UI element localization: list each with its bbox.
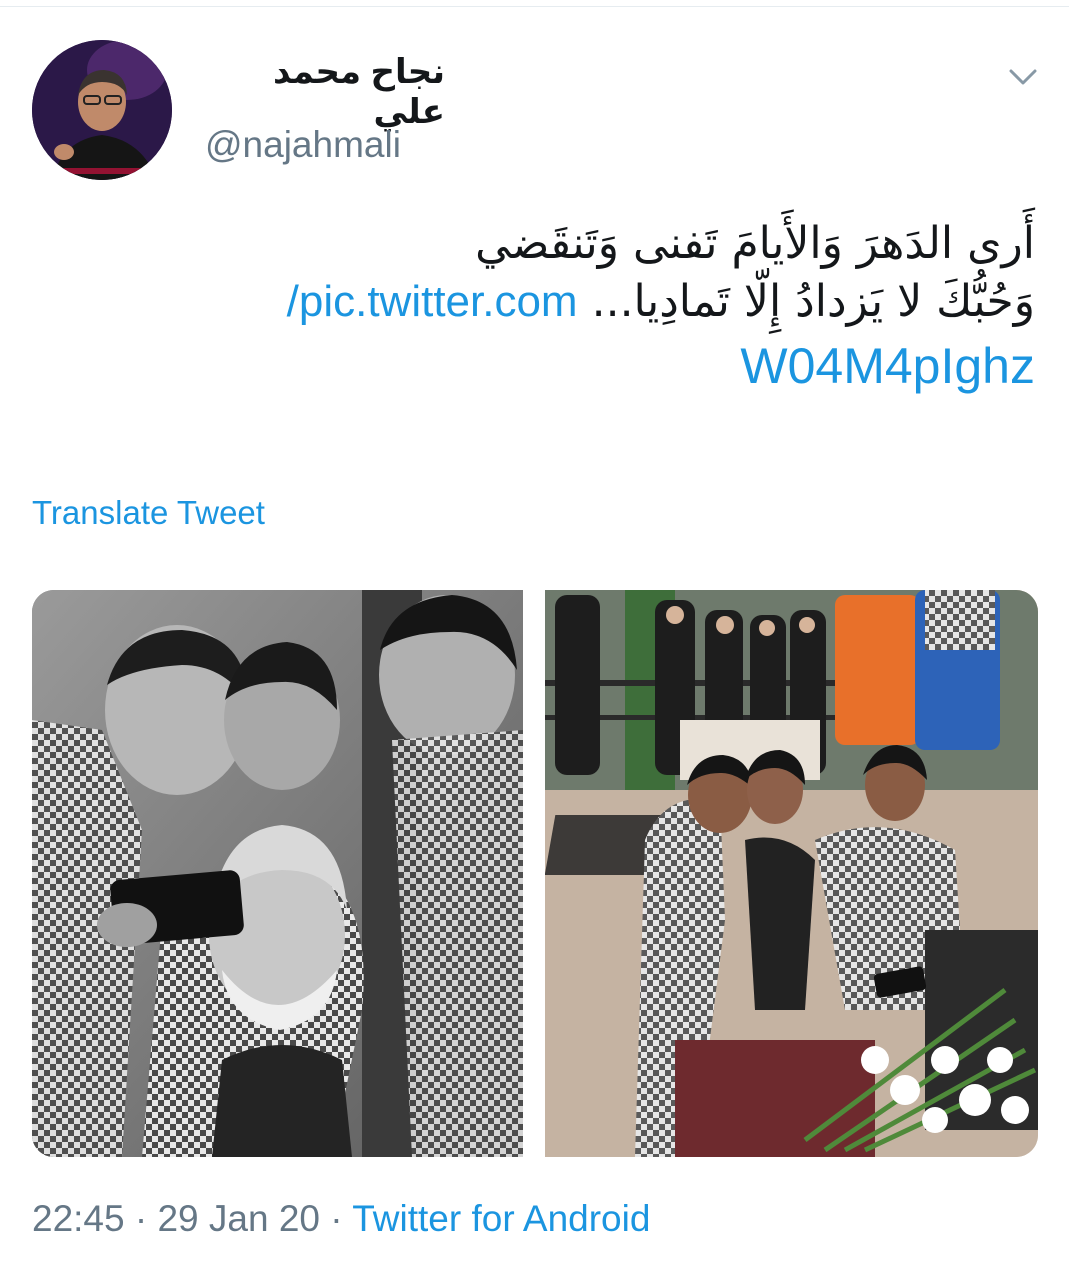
top-divider (0, 6, 1069, 7)
avatar[interactable] (32, 40, 172, 180)
media-photo-2[interactable] (545, 590, 1038, 1157)
tweet-text-line2: وَحُبُّكَ لا يَزدادُ إِلّا تَمادِيا... (591, 276, 1035, 327)
user-handle[interactable]: @najahmali (205, 124, 401, 166)
tweet-media[interactable] (32, 590, 1038, 1157)
display-name[interactable]: نجاح محمد علي (205, 52, 445, 132)
tweet-text: أَرى الدَهرَ وَالأَيامَ تَفنى وَتَنقَضي … (25, 215, 1035, 401)
tweet-meta: 22:45 · 29 Jan 20 · Twitter for Android (32, 1198, 650, 1240)
tweet-source-link[interactable]: Twitter for Android (352, 1198, 650, 1239)
chevron-down-icon[interactable] (1005, 62, 1041, 92)
media-photo-1[interactable] (32, 590, 523, 1157)
meta-separator: · (134, 1198, 148, 1239)
tweet-text-line2-wrapper: وَحُبُّكَ لا يَزدادُ إِلّا تَمادِيا... p… (25, 273, 1035, 331)
media-link-part2[interactable]: W04M4pIghz (25, 331, 1035, 401)
meta-separator-2: · (330, 1198, 343, 1239)
media-link-part1[interactable]: pic.twitter.com/ (287, 277, 578, 326)
translate-tweet-button[interactable]: Translate Tweet (32, 494, 265, 532)
avatar-photo (32, 40, 172, 180)
tweet-date[interactable]: 29 Jan 20 (157, 1198, 320, 1239)
tweet-text-line1: أَرى الدَهرَ وَالأَيامَ تَفنى وَتَنقَضي (475, 218, 1035, 269)
tweet-time[interactable]: 22:45 (32, 1198, 125, 1239)
